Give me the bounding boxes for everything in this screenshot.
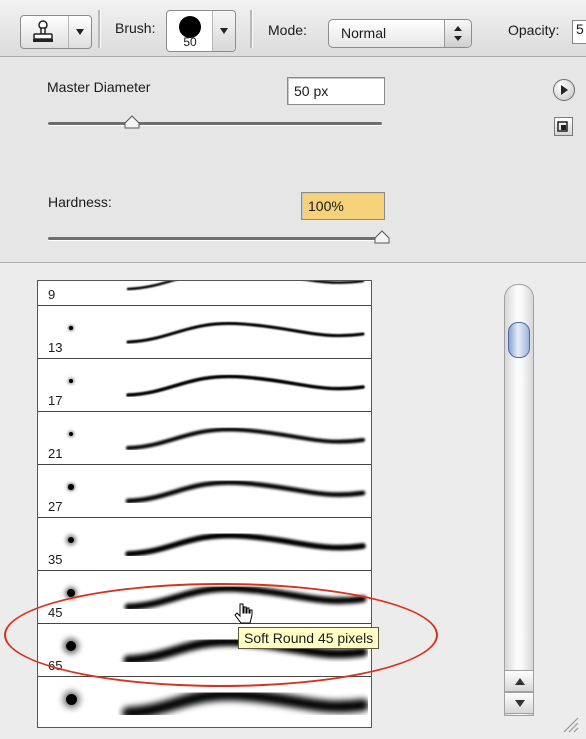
toolbar-divider <box>250 10 253 48</box>
brush-stroke-preview <box>126 374 365 397</box>
brush-tip-dot <box>68 431 74 437</box>
opacity-label: Opacity: <box>508 22 560 38</box>
hardness-label: Hardness: <box>48 194 112 210</box>
brush-stroke-preview <box>125 480 366 504</box>
mode-select[interactable]: Normal <box>328 19 472 48</box>
hardness-input[interactable]: 100% <box>301 192 385 220</box>
brush-preset-row[interactable]: 27 <box>38 465 371 518</box>
mode-value: Normal <box>341 25 387 41</box>
brush-size-label: 13 <box>48 340 63 355</box>
chevron-down-icon <box>76 29 84 35</box>
clone-stamp-icon <box>33 20 53 42</box>
brush-preset-row[interactable]: 35 <box>38 518 371 571</box>
brush-size-label: 17 <box>48 393 63 408</box>
brush-picker[interactable]: 50 <box>166 10 236 52</box>
new-preset-icon <box>557 121 568 132</box>
brush-settings-panel: Master Diameter 50 px Hardness: 100% <box>0 57 586 261</box>
panel-menu-button[interactable] <box>553 79 575 101</box>
brush-tip-dot <box>68 484 74 490</box>
brush-preset-row[interactable]: 9 <box>38 281 371 306</box>
brush-tip-dot <box>68 378 74 384</box>
hardness-slider-thumb[interactable] <box>374 230 390 244</box>
brush-stroke-preview <box>126 427 365 450</box>
brush-tip-dot <box>69 326 73 330</box>
brush-preset-row[interactable]: 21 <box>38 412 371 465</box>
play-arrow-icon <box>561 85 568 95</box>
select-arrows-icon <box>444 20 471 47</box>
scroll-up-button[interactable] <box>504 670 534 692</box>
brush-preset-row[interactable]: 13 <box>38 306 371 359</box>
scroll-down-button[interactable] <box>504 692 534 714</box>
resize-grip-icon[interactable] <box>558 712 580 734</box>
brush-size-label: 35 <box>48 552 63 567</box>
master-diameter-label: Master Diameter <box>47 79 151 95</box>
hardness-slider[interactable] <box>48 237 382 240</box>
arrow-down-icon <box>515 700 525 707</box>
brush-size-label: 21 <box>48 446 63 461</box>
brush-stroke-preview <box>126 321 365 344</box>
brush-tip-dot <box>65 693 77 705</box>
toolbar-divider <box>98 10 101 48</box>
opacity-input[interactable]: 5 <box>572 20 586 44</box>
tool-preset-picker[interactable] <box>20 15 92 49</box>
master-diameter-slider-thumb[interactable] <box>124 115 140 129</box>
master-diameter-input[interactable]: 50 px <box>287 77 385 105</box>
options-bar: Brush: 50 Mode: Normal Opacity: 5 <box>0 0 586 57</box>
brush-stroke-preview <box>122 688 368 719</box>
scrollbar-thumb[interactable] <box>508 322 530 358</box>
brush-size-label: 50 <box>183 35 197 49</box>
brush-stroke-preview <box>125 532 366 557</box>
brush-label: Brush: <box>115 20 156 36</box>
brush-picker-dropdown[interactable] <box>212 11 235 51</box>
mode-label: Mode: <box>268 22 307 38</box>
hand-cursor-icon <box>234 603 253 624</box>
arrow-up-icon <box>515 678 525 685</box>
brush-size-label: 27 <box>48 499 63 514</box>
brush-tip-dot <box>67 536 75 544</box>
tool-preset-dropdown[interactable] <box>68 16 91 48</box>
brush-preset-row[interactable]: 17 <box>38 359 371 412</box>
brush-stroke-preview <box>126 281 365 291</box>
brush-tooltip: Soft Round 45 pixels <box>238 627 380 649</box>
chevron-down-icon <box>220 28 228 34</box>
master-diameter-slider[interactable] <box>48 122 382 125</box>
brush-size-label: 9 <box>48 287 56 302</box>
new-preset-button[interactable] <box>554 117 573 136</box>
